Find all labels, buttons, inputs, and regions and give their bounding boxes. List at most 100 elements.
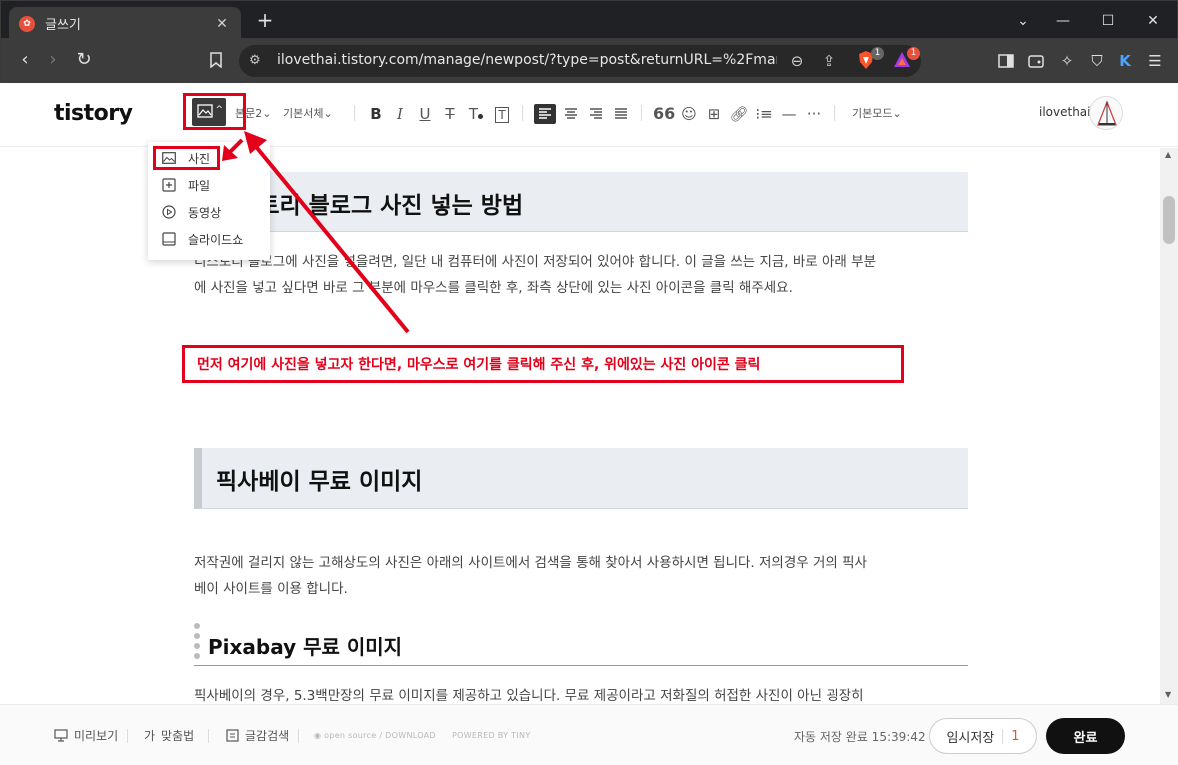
- browser-tab-bar: ✿ 글쓰기 ✕ + ⌄ — ☐ ✕: [0, 0, 1178, 40]
- footer-divider: [208, 729, 209, 743]
- align-right-button[interactable]: [586, 104, 606, 124]
- user-name[interactable]: ilovethai: [1039, 105, 1091, 119]
- attach-menu-label: 동영상: [188, 205, 222, 220]
- list-icon[interactable]: ⁝≡: [754, 104, 774, 124]
- footer-divider: [298, 729, 299, 743]
- block-drag-handle[interactable]: [194, 623, 200, 669]
- paragraph-2[interactable]: 저작권에 걸리지 않는 고해상도의 사진은 아래의 사이트에서 검색을 통해 찾…: [194, 550, 969, 602]
- extension-icon[interactable]: K: [1113, 49, 1137, 73]
- editor-mode-select[interactable]: 기본모드⌄: [852, 105, 902, 121]
- site-info-icon[interactable]: ⚙: [249, 53, 261, 68]
- italic-button[interactable]: I: [391, 104, 409, 124]
- opensource-label: open source / DOWNLOAD: [324, 731, 436, 740]
- emoji-icon[interactable]: ☺: [679, 104, 699, 124]
- attach-menu-item-video[interactable]: 동영상: [148, 199, 270, 225]
- reload-icon[interactable]: ↻: [72, 49, 96, 73]
- align-left-button[interactable]: [534, 104, 556, 124]
- scroll-down-icon[interactable]: ▼: [1165, 690, 1173, 699]
- tab-title: 글쓰기: [45, 18, 81, 33]
- bold-button[interactable]: B: [367, 104, 385, 124]
- zoom-icon[interactable]: ⊖: [787, 52, 807, 70]
- brave-rewards-icon[interactable]: 1: [893, 47, 920, 72]
- heading-block[interactable]: 티스토리 블로그 사진 넣는 방법: [194, 172, 968, 232]
- heading-2: 픽사베이 무료 이미지: [216, 469, 423, 495]
- editor-toolbar: tistory ^ 본문2⌄ 기본서체⌄ B I U T T T 66 ☺ ⊞ …: [0, 83, 1178, 147]
- draft-count[interactable]: 1: [1002, 728, 1020, 744]
- slideshow-icon: [162, 232, 176, 246]
- wallet-icon[interactable]: [1024, 49, 1048, 73]
- strikethrough-button[interactable]: T: [441, 104, 459, 124]
- paragraph-3[interactable]: 픽사베이의 경우, 5.3백만장의 무료 이미지를 제공하고 있습니다. 무료 …: [194, 683, 969, 704]
- publish-done-button[interactable]: 완료: [1046, 718, 1125, 754]
- scrollbar[interactable]: ▲ ▼: [1160, 148, 1178, 704]
- paragraph-1[interactable]: 티스토리 블로그에 사진을 넣을려면, 일단 내 컴퓨터에 사진이 저장되어 있…: [194, 249, 969, 301]
- attach-menu-item-file[interactable]: 파일: [148, 172, 270, 198]
- vpn-shield-icon[interactable]: ⛉: [1085, 49, 1109, 73]
- attach-menu-label: 파일: [188, 178, 211, 193]
- search-icon: [226, 729, 239, 742]
- tab-close-icon[interactable]: ✕: [213, 16, 231, 32]
- quote-search-button[interactable]: 글감검색: [226, 727, 289, 744]
- minimize-icon[interactable]: —: [1051, 9, 1075, 33]
- powered-by-tiny: POWERED BY TINY: [452, 731, 531, 740]
- sidebar-icon[interactable]: [994, 49, 1018, 73]
- underline-button[interactable]: U: [416, 104, 434, 124]
- align-justify-button[interactable]: [611, 104, 631, 124]
- horizontal-rule-button[interactable]: —: [779, 104, 799, 124]
- quote-search-label: 글감검색: [245, 729, 290, 743]
- footer-divider: [127, 729, 128, 743]
- spellcheck-button[interactable]: 가 맞춤법: [144, 727, 194, 744]
- new-tab-button[interactable]: +: [253, 9, 277, 33]
- toolbar-divider: [834, 105, 835, 121]
- play-circle-icon: [162, 205, 176, 219]
- bookmark-icon[interactable]: [204, 49, 228, 73]
- tistory-favicon-icon: ✿: [19, 15, 35, 32]
- heading-underline: [194, 665, 968, 666]
- toolbar-divider: [354, 105, 355, 121]
- tab-search-chevron-icon[interactable]: ⌄: [1011, 9, 1035, 33]
- paragraph-line: 에 사진을 넣고 싶다면 바로 그 부분에 마우스를 클릭한 후, 좌측 상단에…: [194, 280, 793, 296]
- address-bar[interactable]: ⚙ ilovethai.tistory.com/manage/newpost/?…: [239, 45, 921, 77]
- annotation-highlight-photo-item: [153, 146, 220, 170]
- link-icon[interactable]: 🔗︎: [729, 104, 749, 124]
- paragraph-line: 베이 사이트를 이용 합니다.: [194, 581, 348, 597]
- forward-icon[interactable]: ›: [41, 49, 65, 73]
- leo-ai-icon[interactable]: ✧: [1055, 49, 1079, 73]
- align-center-button[interactable]: [561, 104, 581, 124]
- back-icon[interactable]: ‹: [13, 49, 37, 73]
- attach-menu-item-slideshow[interactable]: 슬라이드쇼: [148, 226, 270, 252]
- share-icon[interactable]: ⇪: [819, 52, 839, 70]
- scroll-up-icon[interactable]: ▲: [1165, 150, 1173, 159]
- quote-button[interactable]: 66: [653, 104, 675, 124]
- editor-footer: 미리보기 가 맞춤법 글감검색 ◉ open source / DOWNLOAD…: [0, 704, 1178, 765]
- more-options-icon[interactable]: ···: [804, 104, 824, 124]
- brave-shields-icon[interactable]: 1: [857, 47, 884, 72]
- paragraph-line: 픽사베이의 경우, 5.3백만장의 무료 이미지를 제공하고 있습니다. 무료 …: [194, 688, 864, 704]
- tistory-logo[interactable]: tistory: [54, 101, 133, 126]
- text-color-button[interactable]: T: [465, 104, 487, 124]
- heading-3[interactable]: Pixabay 무료 이미지: [208, 631, 402, 660]
- browser-tab[interactable]: ✿ 글쓰기 ✕: [9, 7, 241, 40]
- menu-icon[interactable]: ☰: [1143, 49, 1167, 73]
- close-window-icon[interactable]: ✕: [1141, 9, 1165, 33]
- table-icon[interactable]: ⊞: [704, 104, 724, 124]
- text-background-button[interactable]: T: [492, 104, 512, 124]
- scroll-thumb[interactable]: [1163, 196, 1175, 244]
- draft-save-button[interactable]: 임시저장 1: [929, 718, 1037, 754]
- attach-menu-label: 슬라이드쇼: [188, 232, 244, 247]
- spellcheck-icon: 가: [144, 729, 156, 743]
- font-face-select[interactable]: 기본서체⌄: [283, 105, 333, 121]
- preview-button[interactable]: 미리보기: [54, 727, 118, 744]
- monitor-icon: [54, 729, 68, 742]
- opensource-icon: ◉: [314, 731, 325, 740]
- avatar[interactable]: [1089, 96, 1123, 130]
- maximize-icon[interactable]: ☐: [1096, 9, 1120, 33]
- paragraph-line: 티스토리 블로그에 사진을 넣을려면, 일단 내 컴퓨터에 사진이 저장되어 있…: [194, 254, 876, 270]
- annotation-note[interactable]: 먼저 여기에 사진을 넣고자 한다면, 마우스로 여기를 클릭해 주신 후, 위…: [182, 345, 904, 383]
- toolbar-divider: [641, 105, 642, 121]
- brave-rewards-badge: 1: [907, 47, 920, 60]
- url-text[interactable]: ilovethai.tistory.com/manage/newpost/?ty…: [277, 52, 777, 68]
- heading-block[interactable]: 픽사베이 무료 이미지: [194, 448, 968, 509]
- file-plus-icon: [162, 178, 176, 192]
- opensource-link[interactable]: ◉ open source / DOWNLOAD: [314, 731, 436, 740]
